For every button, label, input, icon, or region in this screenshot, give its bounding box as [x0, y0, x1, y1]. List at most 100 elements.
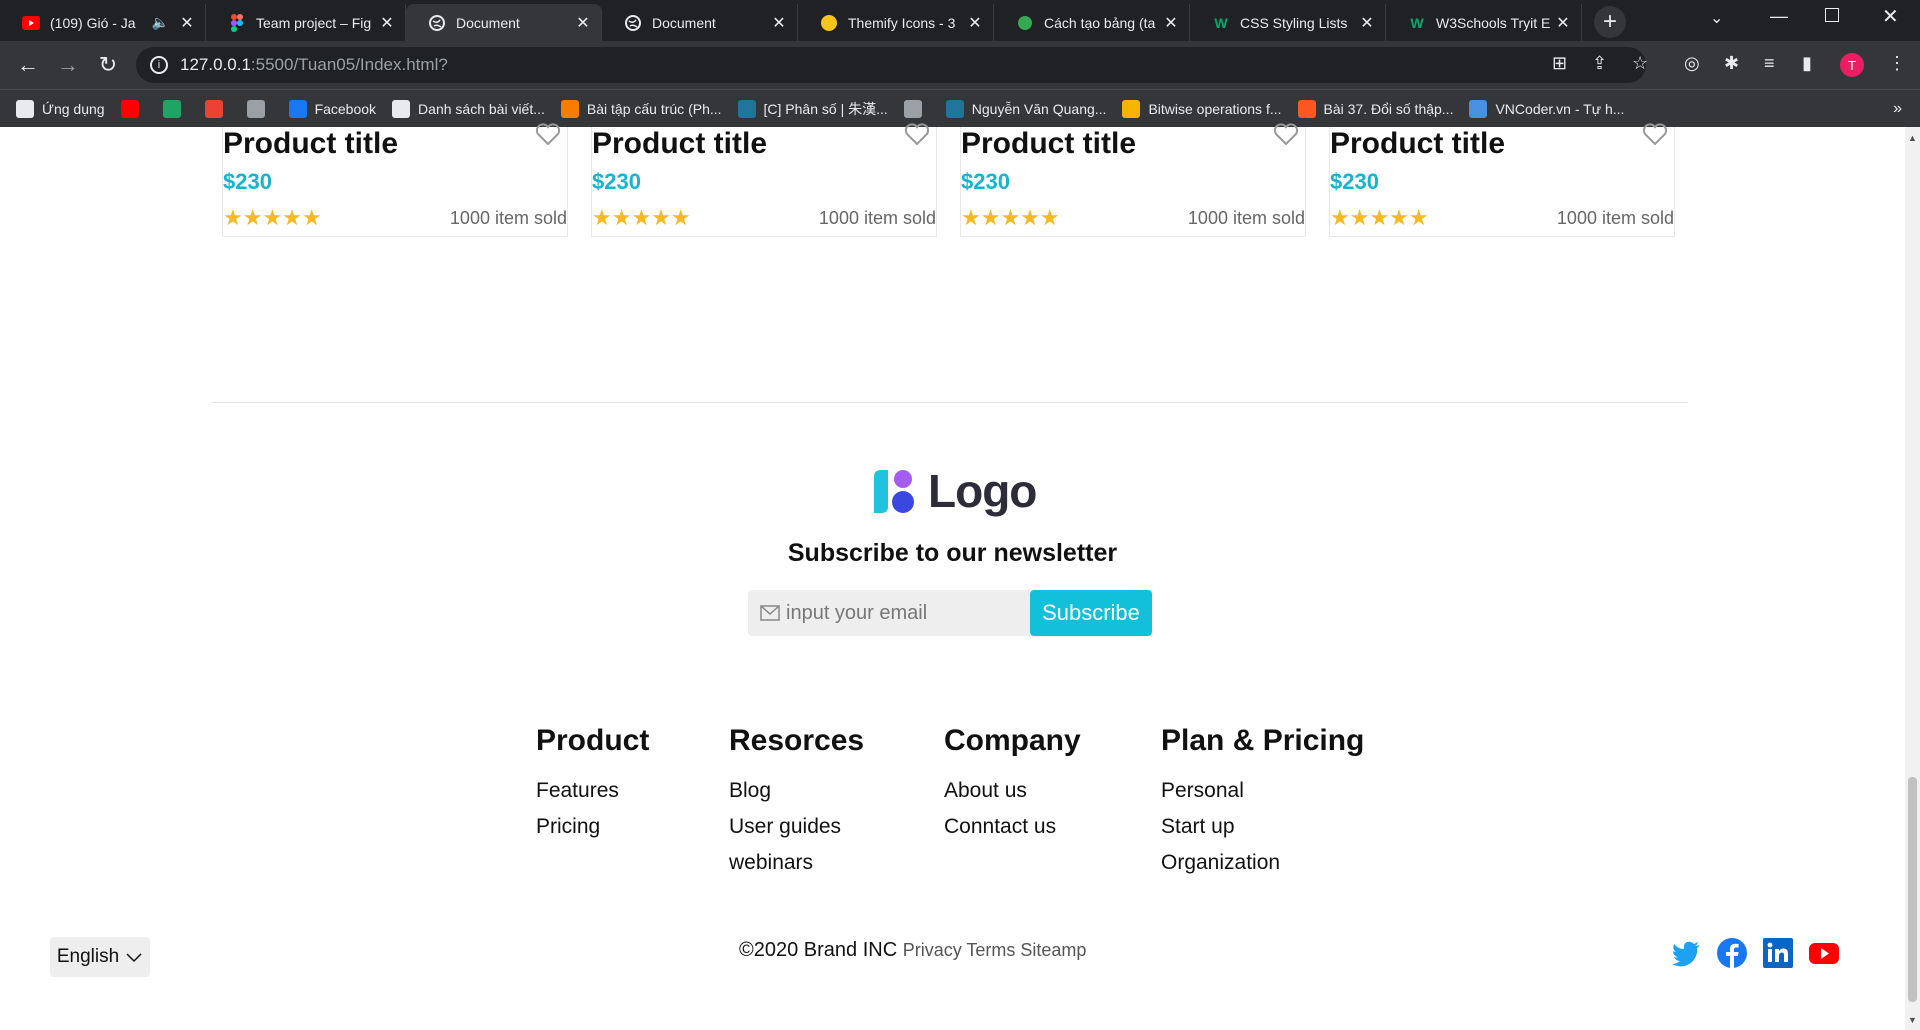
media-control-icon[interactable]: ≡ [1764, 53, 1775, 74]
bookmark-item[interactable] [120, 99, 147, 118]
footer-column-company: Company About us Conntact us [944, 724, 1081, 845]
youtube-icon[interactable] [1808, 937, 1840, 969]
subscribe-button[interactable]: Subscribe [1030, 590, 1152, 636]
sheet-icon [1016, 14, 1034, 32]
footer-link-organization[interactable]: Organization [1161, 845, 1364, 881]
linkedin-icon[interactable] [1762, 937, 1794, 969]
column-heading: Company [944, 724, 1081, 757]
footer-link-start-up[interactable]: Start up [1161, 809, 1364, 845]
close-icon[interactable]: ✕ [967, 13, 983, 33]
star-rating: ★★★★★ [592, 205, 691, 230]
restore-button[interactable] [1825, 8, 1839, 22]
language-select[interactable]: English [50, 937, 150, 977]
heart-icon[interactable] [535, 123, 561, 145]
close-icon[interactable]: ✕ [379, 13, 395, 33]
translate-icon[interactable]: ⊞ [1552, 53, 1567, 74]
email-input[interactable]: input your email [748, 590, 1030, 636]
bookmark-label: Nguyễn Văn Quang... [971, 100, 1107, 117]
scroll-down-arrow-icon[interactable]: ▼ [1908, 1015, 1917, 1025]
info-icon[interactable]: i [150, 56, 168, 74]
close-window-button[interactable]: ✕ [1882, 4, 1899, 29]
reload-button[interactable]: ↻ [94, 51, 122, 79]
product-price: $230 [223, 169, 272, 194]
product-card[interactable]: Product title $230 ★★★★★ 1000 item sold [1329, 123, 1675, 237]
product-price: $230 [592, 169, 641, 194]
heart-icon[interactable] [1273, 123, 1299, 145]
bookmark-item[interactable]: Bài tập cấu trúc (Ph... [560, 99, 722, 118]
close-icon[interactable]: ✕ [179, 13, 195, 33]
bookmark-star-icon[interactable]: ☆ [1632, 53, 1648, 74]
bookmark-item[interactable]: Danh sách bài viết... [392, 99, 545, 118]
footer-logo[interactable]: Logo [870, 464, 1037, 518]
footer-link-pricing[interactable]: Pricing [536, 809, 649, 845]
address-bar[interactable]: i 127.0.0.1:5500/Tuan05/Index.html? [136, 47, 1646, 83]
heart-icon[interactable] [1642, 123, 1668, 145]
tab-figma[interactable]: Team project – Fig ✕ [206, 4, 406, 41]
close-icon[interactable]: ✕ [575, 13, 591, 33]
close-icon[interactable]: ✕ [1163, 13, 1179, 33]
bookmark-favicon-icon [737, 99, 756, 118]
tab-document[interactable]: Document ✕ [602, 4, 798, 41]
bookmark-item[interactable] [204, 99, 231, 118]
footer-link-user-guides[interactable]: User guides [729, 809, 864, 845]
footer-link-about-us[interactable]: About us [944, 773, 1081, 809]
scroll-up-arrow-icon[interactable]: ▲ [1908, 133, 1917, 143]
scrollbar-thumb[interactable] [1908, 777, 1917, 1002]
bookmark-item[interactable] [162, 99, 189, 118]
bookmarks-overflow-icon[interactable]: » [1893, 100, 1902, 118]
footer-link-blog[interactable]: Blog [729, 773, 864, 809]
footer-link-webinars[interactable]: webinars [729, 845, 864, 881]
footer-link-features[interactable]: Features [536, 773, 649, 809]
bookmark-item[interactable]: Bài 37. Đổi số thập... [1297, 99, 1453, 118]
product-card[interactable]: Product title $230 ★★★★★ 1000 item sold [222, 123, 568, 237]
bookmark-item[interactable]: Facebook [288, 99, 377, 118]
bookmark-item[interactable]: Nguyễn Văn Quang... [945, 99, 1107, 118]
tab-w3schools-tryit[interactable]: W W3Schools Tryit E ✕ [1386, 4, 1582, 41]
bookmark-item[interactable]: VNCoder.vn - Tự h... [1469, 99, 1624, 118]
page-scrollbar[interactable]: ▲ ▼ [1905, 127, 1920, 1030]
tab-document-active[interactable]: Document ✕ [406, 4, 602, 41]
bookmark-favicon-icon [903, 99, 922, 118]
close-icon[interactable]: ✕ [1555, 13, 1571, 33]
product-card[interactable]: Product title $230 ★★★★★ 1000 item sold [960, 123, 1306, 237]
bookmark-item[interactable]: Bitwise operations f... [1122, 99, 1282, 118]
new-tab-button[interactable]: + [1594, 6, 1626, 38]
bookmark-favicon-icon [204, 99, 223, 118]
close-icon[interactable]: ✕ [1359, 13, 1375, 33]
tab-youtube[interactable]: (109) Gió - Ja 🔈 ✕ [0, 4, 206, 41]
side-panel-icon[interactable]: ▮ [1802, 53, 1812, 74]
profile-avatar[interactable]: T [1840, 53, 1864, 77]
tab-css-lists[interactable]: W CSS Styling Lists ✕ [1190, 4, 1386, 41]
tab-themify[interactable]: Themify Icons - 3 ✕ [798, 4, 994, 41]
bookmark-favicon-icon [1122, 99, 1141, 118]
tab-sheet[interactable]: Cách tạo bảng (ta ✕ [994, 4, 1190, 41]
close-icon[interactable]: ✕ [771, 13, 787, 33]
tab-search-icon[interactable]: ⌄ [1710, 8, 1723, 28]
emoji-icon [820, 14, 838, 32]
back-button[interactable]: ← [14, 51, 42, 79]
extensions-icon[interactable]: ✱ [1724, 53, 1739, 74]
tab-title: CSS Styling Lists [1240, 14, 1348, 31]
bookmark-item[interactable]: [C] Phân số | 朱漢... [737, 99, 888, 119]
product-price: $230 [1330, 169, 1379, 194]
legal-links[interactable]: Privacy Terms Siteamp [903, 940, 1087, 960]
product-card[interactable]: Product title $230 ★★★★★ 1000 item sold [591, 123, 937, 237]
twitter-icon[interactable] [1670, 937, 1702, 969]
bookmark-item[interactable] [903, 99, 930, 118]
footer-link-personal[interactable]: Personal [1161, 773, 1364, 809]
forward-button[interactable]: → [54, 51, 82, 79]
product-title: Product title [592, 127, 768, 160]
facebook-icon[interactable] [1716, 937, 1748, 969]
bookmark-item[interactable] [246, 99, 273, 118]
logo-mark-icon [874, 470, 914, 513]
heart-icon[interactable] [904, 123, 930, 145]
share-icon[interactable]: ⇪ [1592, 53, 1607, 74]
minimize-button[interactable]: — [1770, 6, 1788, 27]
menu-icon[interactable]: ⋮ [1888, 53, 1906, 74]
bookmark-label: Danh sách bài viết... [418, 100, 545, 117]
bookmark-label: Facebook [314, 100, 377, 117]
footer-link-contact-us[interactable]: Conntact us [944, 809, 1081, 845]
compass-icon[interactable]: ◎ [1684, 53, 1700, 74]
bookmark-item[interactable]: Ứng dụng [16, 99, 105, 118]
speaker-icon[interactable]: 🔈 [152, 14, 169, 31]
